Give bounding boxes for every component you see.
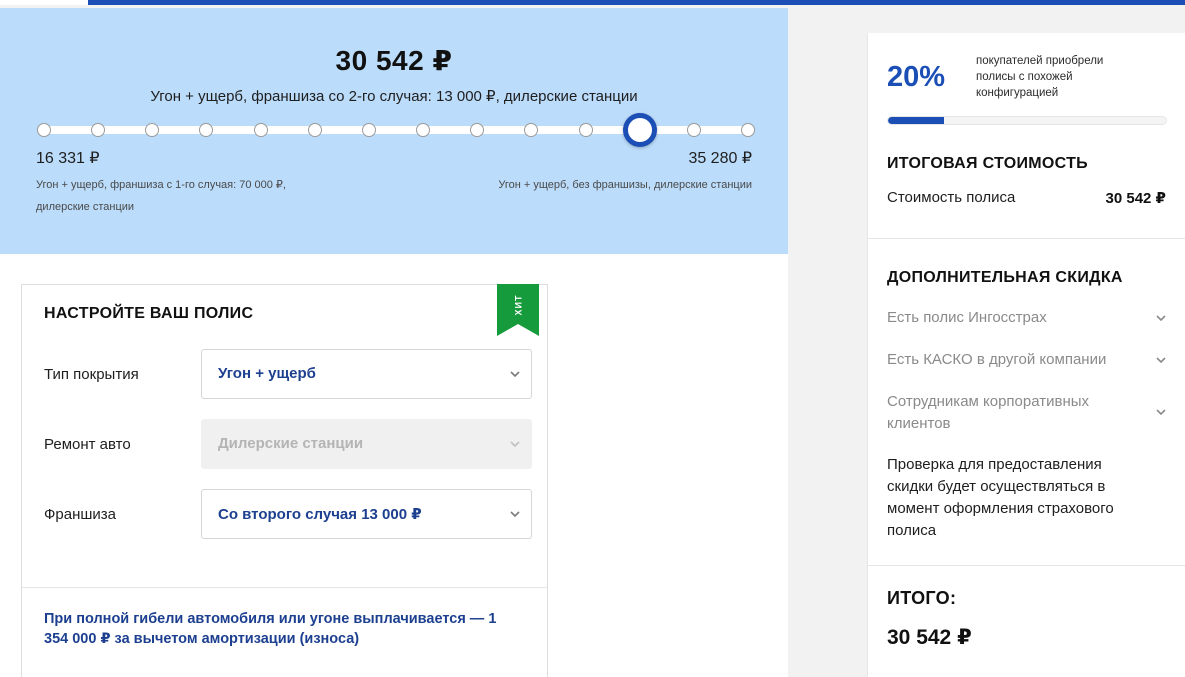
slider-step[interactable] bbox=[307, 123, 322, 137]
config-title: НАСТРОЙТЕ ВАШ ПОЛИС bbox=[44, 305, 254, 322]
slider-step[interactable] bbox=[91, 123, 106, 137]
discount-item-other-kasko[interactable]: Есть КАСКО в другой компании bbox=[887, 349, 1117, 371]
calculator-column: 30 542 ₽ Угон + ущерб, франшиза со 2-го … bbox=[0, 8, 788, 677]
extra-discount-heading: ДОПОЛНИТЕЛЬНАЯ СКИДКА bbox=[887, 269, 1123, 286]
popularity-progress-bar bbox=[887, 116, 1167, 125]
summary-divider bbox=[868, 565, 1185, 566]
coverage-type-value: Угон + ущерб bbox=[218, 365, 316, 382]
top-accent-gap bbox=[0, 0, 88, 5]
repair-value: Дилерские станции bbox=[218, 435, 364, 452]
coverage-type-label: Тип покрытия bbox=[44, 366, 139, 383]
slider-step[interactable] bbox=[524, 123, 539, 137]
slider-step[interactable] bbox=[686, 123, 701, 137]
slider-step[interactable] bbox=[199, 123, 214, 137]
total-cost-heading: ИТОГОВАЯ СТОИМОСТЬ bbox=[887, 155, 1088, 172]
slider-step[interactable] bbox=[416, 123, 431, 137]
chevron-down-icon bbox=[510, 371, 520, 378]
chevron-down-icon bbox=[510, 441, 520, 448]
max-price: 35 280 ₽ bbox=[688, 150, 752, 167]
chevron-down-icon[interactable] bbox=[1155, 354, 1167, 366]
coverage-type-select[interactable]: Угон + ущерб bbox=[201, 349, 532, 399]
slider-step[interactable] bbox=[361, 123, 376, 137]
discount-item-ingosstrakh[interactable]: Есть полис Ингосстрах bbox=[887, 307, 1117, 329]
popularity-percent: 20% bbox=[887, 61, 946, 93]
chevron-down-icon bbox=[510, 511, 520, 518]
selected-price: 30 542 ₽ bbox=[335, 45, 453, 76]
card-divider bbox=[22, 587, 547, 588]
deductible-value: Со второго случая 13 000 ₽ bbox=[218, 506, 422, 523]
policy-cost-label: Стоимость полиса bbox=[887, 189, 1016, 206]
policy-config-card: НАСТРОЙТЕ ВАШ ПОЛИС ХИТ Тип покрытия Уго… bbox=[21, 284, 548, 677]
hit-badge-label: ХИТ bbox=[512, 294, 523, 316]
grand-total-label: ИТОГО: bbox=[887, 588, 957, 608]
repair-select: Дилерские станции bbox=[201, 419, 532, 469]
slider-step[interactable] bbox=[470, 123, 485, 137]
repair-label: Ремонт авто bbox=[44, 436, 131, 453]
popularity-text: покупателей приобрели полисы с похожей к… bbox=[976, 55, 1104, 99]
max-price-description: Угон + ущерб, без франшизы, дилерские ст… bbox=[498, 179, 752, 191]
chevron-down-icon[interactable] bbox=[1155, 312, 1167, 324]
slider-step[interactable] bbox=[37, 123, 51, 137]
policy-cost-value: 30 542 ₽ bbox=[1105, 190, 1166, 207]
chevron-down-icon[interactable] bbox=[1155, 406, 1167, 418]
slider-step[interactable] bbox=[741, 123, 755, 137]
price-slider[interactable] bbox=[37, 113, 755, 147]
slider-step[interactable] bbox=[253, 123, 268, 137]
price-selector-panel: 30 542 ₽ Угон + ущерб, франшиза со 2-го … bbox=[0, 8, 788, 254]
deductible-label: Франшиза bbox=[44, 506, 117, 523]
discount-check-note: Проверка для предоставления скидки будет… bbox=[887, 456, 1114, 539]
total-loss-note: При полной гибели автомобиля или угоне в… bbox=[44, 611, 497, 647]
min-price: 16 331 ₽ bbox=[36, 150, 100, 167]
summary-divider bbox=[868, 238, 1185, 239]
slider-step[interactable] bbox=[145, 123, 160, 137]
hit-badge: ХИТ bbox=[497, 284, 539, 336]
deductible-select[interactable]: Со второго случая 13 000 ₽ bbox=[201, 489, 532, 539]
top-accent-bar bbox=[0, 0, 1185, 5]
grand-total-value: 30 542 ₽ bbox=[887, 626, 972, 649]
min-price-description: Угон + ущерб, франшиза с 1-го случая: 70… bbox=[36, 179, 286, 213]
slider-step[interactable] bbox=[578, 123, 593, 137]
summary-panel: 20% покупателей приобрели полисы с похож… bbox=[867, 33, 1185, 677]
popularity-progress-fill bbox=[888, 117, 944, 124]
slider-knob[interactable] bbox=[622, 113, 657, 147]
discount-item-corporate[interactable]: Сотрудникам корпоративных клиентов bbox=[887, 391, 1102, 435]
selected-price-description: Угон + ущерб, франшиза со 2-го случая: 1… bbox=[150, 88, 638, 105]
